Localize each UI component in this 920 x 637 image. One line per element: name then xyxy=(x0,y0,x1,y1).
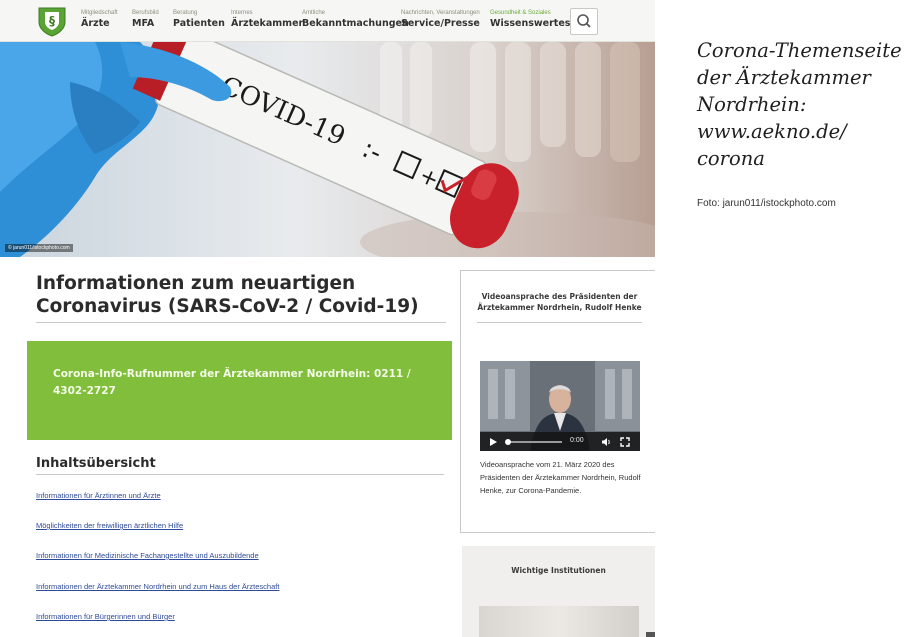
hotline-banner: Corona-Info-Rufnummer der Ärztekammer No… xyxy=(27,341,452,440)
toc-link-freiwillige-hilfe[interactable]: Möglichkeiten der freiwilligen ärztliche… xyxy=(36,521,183,530)
caption-line: Nordrhein: xyxy=(697,93,807,116)
toc-link-buerger[interactable]: Informationen für Bürgerinnen und Bürger xyxy=(36,612,175,621)
svg-text:§: § xyxy=(49,14,55,28)
hotline-text: Corona-Info-Rufnummer der Ärztekammer No… xyxy=(53,368,411,397)
photo-credit: Foto: jarun011/istockphoto.com xyxy=(697,198,836,209)
nav-item-aerzte[interactable]: Mitgliedschaft Ärzte xyxy=(81,9,118,31)
nav-item-label: Service/Presse xyxy=(401,18,480,29)
toc-heading: Inhaltsübersicht xyxy=(36,456,444,475)
nav-item-sublabel: Amtliche xyxy=(302,10,326,16)
caption-line: Corona-Themenseite xyxy=(697,39,902,62)
hero-image: COVID-19 :- + xyxy=(0,42,655,257)
progress-scrubber[interactable] xyxy=(504,437,564,447)
nav-item-mfa[interactable]: Berufsbild MFA xyxy=(132,9,159,31)
toc-link-aerztekammer[interactable]: Informationen der Ärztekammer Nordrhein … xyxy=(36,582,279,591)
nav-item-label: Ärztekammer xyxy=(231,18,304,29)
institutions-image[interactable] xyxy=(479,606,639,637)
website-screenshot: § Mitgliedschaft Ärzte Berufsbild MFA Be… xyxy=(0,0,655,637)
video-title: Videoansprache des Präsidenten der Ärzte… xyxy=(477,291,642,323)
nav-item-sublabel: Internes xyxy=(231,10,253,16)
institutions-title: Wichtige Institutionen xyxy=(511,566,606,575)
nav-item-aerztekammer[interactable]: Internes Ärztekammer xyxy=(231,9,303,31)
video-controls: 0:00 xyxy=(480,432,640,451)
toc-link-aerzte[interactable]: Informationen für Ärztinnen und Ärzte xyxy=(36,491,161,500)
nav-item-bekanntmachungen[interactable]: Amtliche Bekanntmachungen xyxy=(302,9,409,31)
nav-item-sublabel: Mitgliedschaft xyxy=(81,10,118,16)
fullscreen-icon[interactable] xyxy=(620,437,630,447)
institutions-card: Wichtige Institutionen xyxy=(462,546,655,637)
covid-test-tube-illustration: COVID-19 :- + xyxy=(0,42,655,257)
nav-item-sublabel: Berufsbild xyxy=(132,10,159,16)
caption-line: www.aekno.de/ xyxy=(697,120,847,143)
video-caption: Videoansprache vom 21. März 2020 des Prä… xyxy=(480,460,641,495)
nav-item-wissenswertes[interactable]: Gesundheit & Soziales Wissenswertes xyxy=(490,9,570,31)
caption-line: corona xyxy=(697,147,765,170)
nav-item-sublabel: Beratung xyxy=(173,10,198,16)
search-button[interactable] xyxy=(570,8,598,35)
nav-item-label: Patienten xyxy=(173,18,225,29)
nav-item-label: MFA xyxy=(132,18,155,29)
video-card: Videoansprache des Präsidenten der Ärzte… xyxy=(460,270,655,533)
top-navigation: § Mitgliedschaft Ärzte Berufsbild MFA Be… xyxy=(0,0,655,42)
play-icon[interactable] xyxy=(488,437,498,447)
search-icon xyxy=(577,14,591,28)
image-credit: © jarun011/istockphoto.com xyxy=(5,244,73,252)
nav-item-sublabel: Gesundheit & Soziales xyxy=(490,10,551,16)
page-title: Informationen zum neuartigen Coronavirus… xyxy=(36,272,446,323)
nav-item-patienten[interactable]: Beratung Patienten xyxy=(173,9,225,31)
nav-item-label: Wissenswertes xyxy=(490,18,571,29)
nav-item-label: Bekanntmachungen xyxy=(302,18,409,29)
nav-item-sublabel: Nachrichten, Veranstaltungen xyxy=(401,10,480,16)
scroll-to-top-button[interactable] xyxy=(646,632,655,637)
video-time: 0:00 xyxy=(570,437,584,444)
nav-item-service-presse[interactable]: Nachrichten, Veranstaltungen Service/Pre… xyxy=(401,9,480,31)
figure-caption: Corona-Themenseite der Ärztekammer Nordr… xyxy=(697,37,912,172)
nav-item-label: Ärzte xyxy=(81,18,110,29)
video-player[interactable]: 0:00 xyxy=(480,361,640,451)
toc-link-mfa[interactable]: Informationen für Medizinische Fachanges… xyxy=(36,551,259,560)
aekno-logo-icon[interactable]: § xyxy=(36,5,68,37)
volume-icon[interactable] xyxy=(601,437,611,447)
caption-line: der Ärztekammer xyxy=(697,66,871,89)
